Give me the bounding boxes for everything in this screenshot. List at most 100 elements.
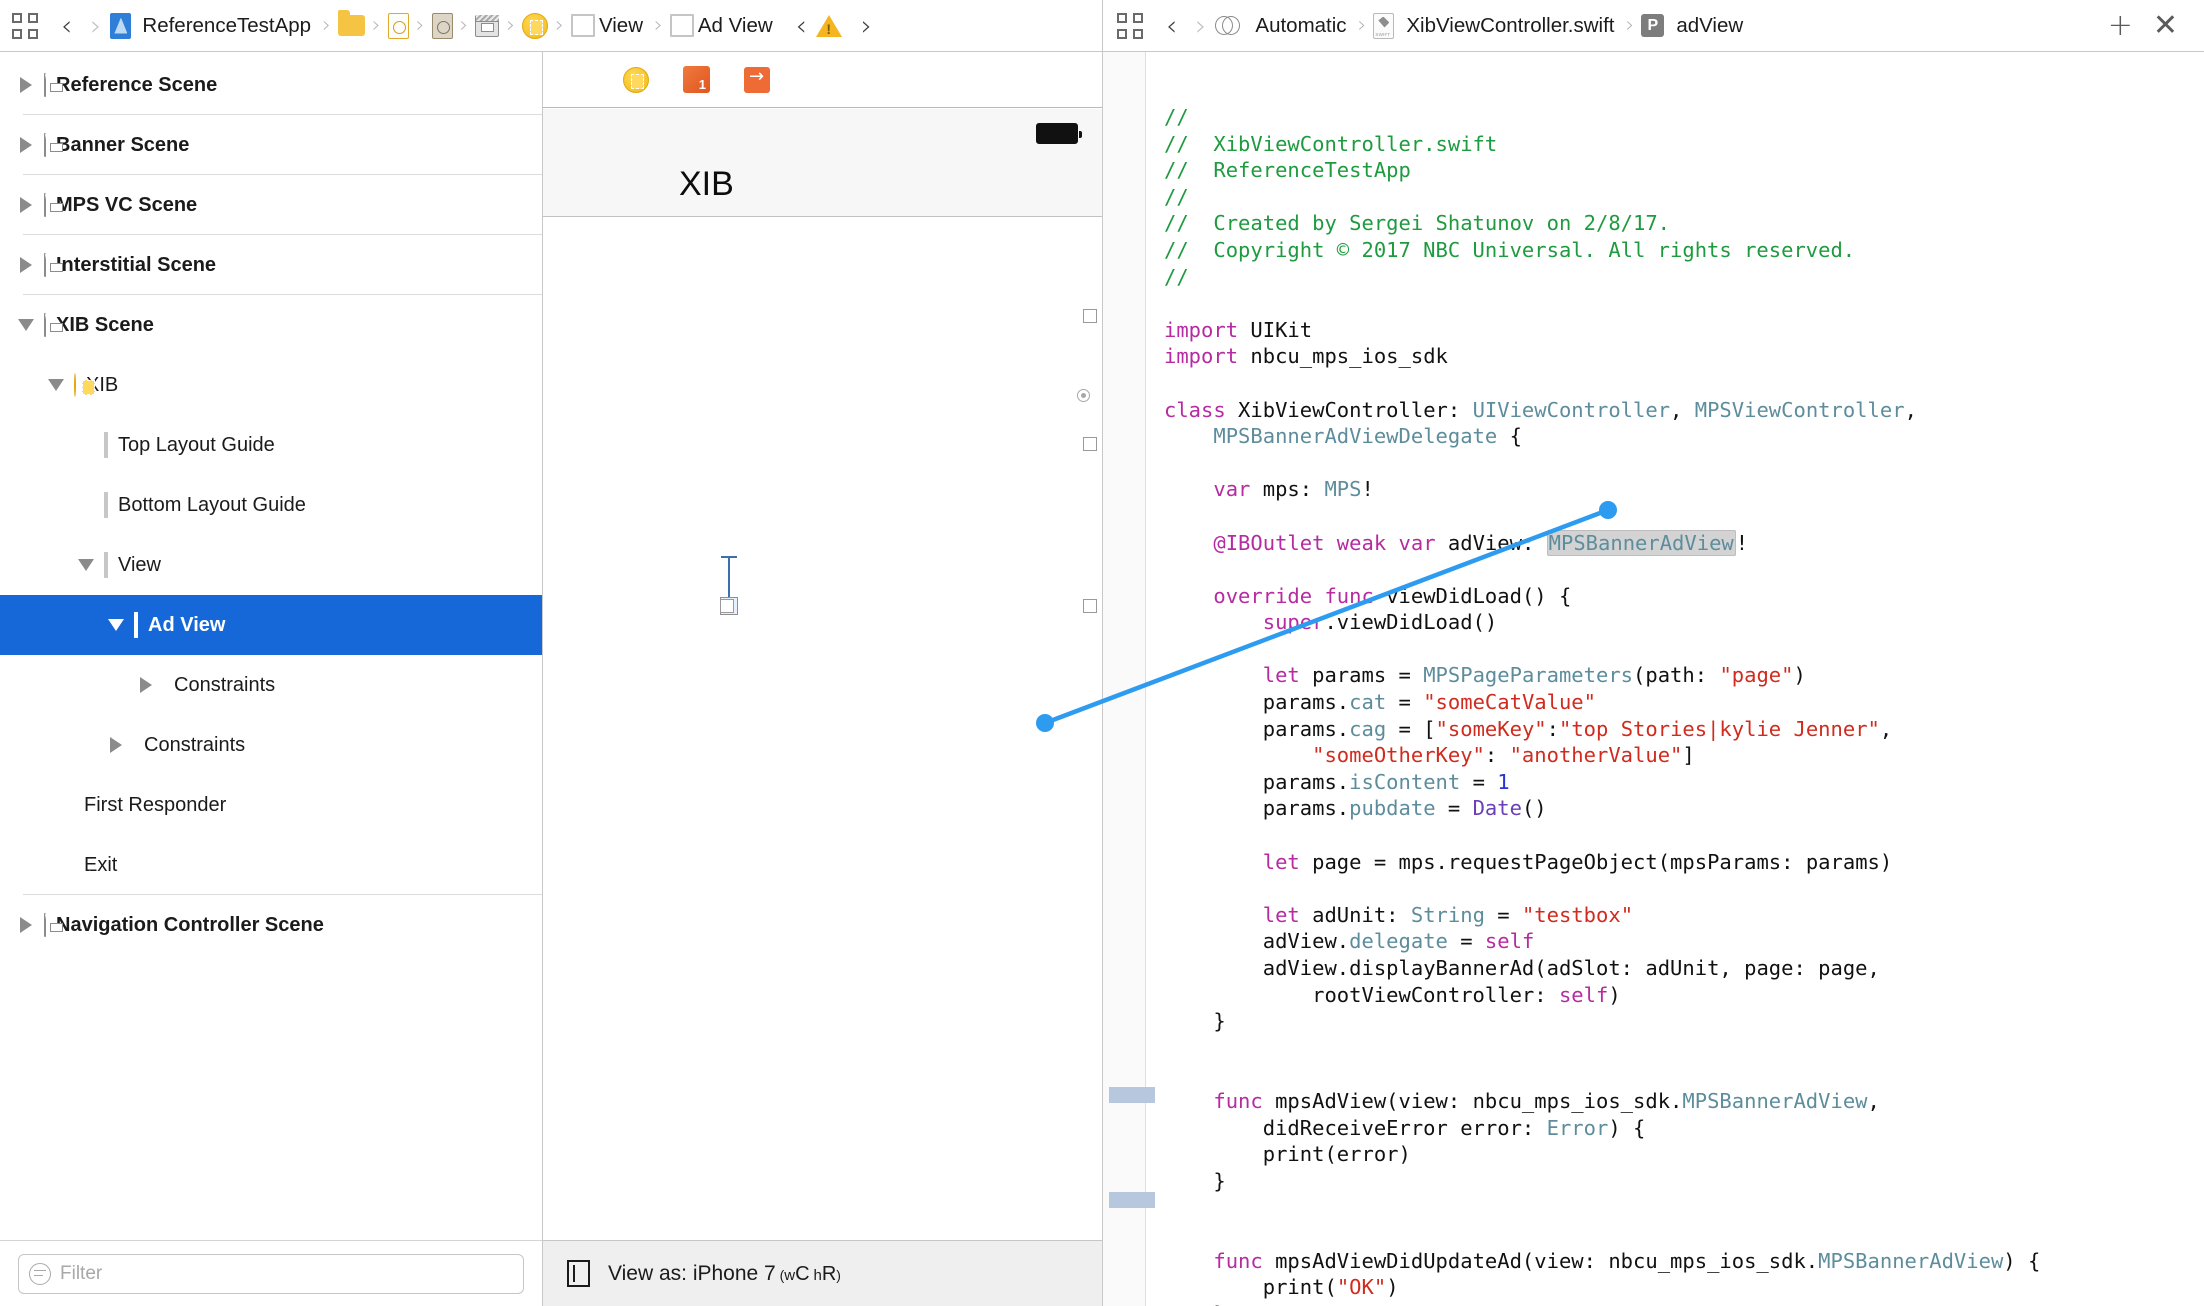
breadcrumb-xib-file[interactable] bbox=[387, 0, 409, 51]
twisty-open-icon[interactable] bbox=[44, 379, 68, 391]
outline-row-mps-vc-scene[interactable]: MPS VC Scene bbox=[0, 175, 542, 235]
forward-button[interactable]: › bbox=[81, 11, 110, 40]
twisty-open-icon[interactable] bbox=[14, 319, 38, 331]
outline-row-interstitial-scene[interactable]: Interstitial Scene bbox=[0, 235, 542, 295]
assistant-editor-jump-bar[interactable]: ‹ › Automatic › XibViewController.swift … bbox=[1103, 0, 2204, 51]
assistant-forward-button[interactable]: › bbox=[1186, 11, 1215, 40]
device-orientation-icon[interactable] bbox=[567, 1260, 590, 1287]
resize-handle[interactable] bbox=[1083, 309, 1097, 323]
project-icon bbox=[110, 12, 132, 39]
twisty-closed-icon[interactable] bbox=[14, 257, 38, 273]
outline-row-label: Ad View bbox=[148, 613, 226, 636]
outline-row-xib[interactable]: XIB bbox=[0, 355, 542, 415]
canvas-circle-handle[interactable] bbox=[1077, 389, 1090, 402]
resize-handle[interactable] bbox=[1083, 599, 1097, 613]
twisty-closed-icon[interactable] bbox=[14, 137, 38, 153]
outline-row-banner-scene[interactable]: Banner Scene bbox=[0, 115, 542, 175]
outline-row-ad-view[interactable]: Ad View bbox=[0, 595, 542, 655]
code-line: adView.delegate = self bbox=[1164, 929, 1535, 954]
scene-dock[interactable] bbox=[543, 52, 1102, 108]
breadcrumb-ad-view[interactable]: Ad View bbox=[669, 0, 777, 51]
breadcrumb-folder[interactable] bbox=[337, 0, 365, 51]
code-line: print(error) bbox=[1262, 1142, 1411, 1167]
disclosure-triangle-icon bbox=[110, 737, 122, 753]
highlighted-type-token: MPSBannerAdView bbox=[1546, 529, 1736, 556]
xcode-window: ‹ › ReferenceTestApp › › › › › › View › … bbox=[0, 0, 2204, 1306]
assistant-back-button[interactable]: ‹ bbox=[1157, 11, 1186, 40]
outline-row-exit[interactable]: Exit bbox=[0, 835, 542, 895]
breadcrumb-project[interactable]: ReferenceTestApp bbox=[110, 0, 315, 51]
view-as-bar[interactable]: View as: iPhone 7 (wC hR) bbox=[543, 1240, 1102, 1306]
outline-row-first-responder[interactable]: First Responder bbox=[0, 775, 542, 835]
code-line: "someOtherKey": "anotherValue"] bbox=[1312, 743, 1695, 768]
twisty-closed-icon[interactable] bbox=[14, 77, 38, 93]
outline-row-label: First Responder bbox=[84, 793, 227, 816]
twisty-open-icon[interactable] bbox=[74, 559, 98, 571]
breadcrumb-xib-file-gray[interactable] bbox=[431, 0, 453, 51]
outline-row-constraints[interactable]: Constraints bbox=[0, 715, 542, 775]
first-responder-icon[interactable] bbox=[683, 66, 710, 93]
outline-row-constraints[interactable]: Constraints bbox=[0, 655, 542, 715]
twisty-closed-icon[interactable] bbox=[14, 197, 38, 213]
outline-row-xib-scene[interactable]: XIB Scene bbox=[0, 295, 542, 355]
exit-icon[interactable] bbox=[744, 66, 770, 93]
twisty-open-icon[interactable] bbox=[104, 619, 128, 631]
twisty-closed-icon[interactable] bbox=[14, 917, 38, 933]
interface-builder-canvas[interactable]: XIB bbox=[543, 52, 1102, 1240]
assistant-symbol-label: adView bbox=[1676, 13, 1744, 37]
breadcrumb-ad-view-label: Ad View bbox=[697, 13, 773, 37]
xib-content-area[interactable] bbox=[543, 217, 1102, 1240]
warning-triangle-icon[interactable] bbox=[815, 14, 842, 37]
add-editor-button[interactable]: + bbox=[2098, 10, 2143, 41]
editor-body: Reference Scene Banner Scene MPS VC Scene I… bbox=[0, 52, 2204, 1306]
resize-handle[interactable] bbox=[1083, 437, 1097, 451]
scene-list-icon bbox=[44, 72, 46, 97]
disclosure-triangle-icon bbox=[20, 137, 32, 153]
back-button[interactable]: ‹ bbox=[52, 11, 81, 40]
xib-document-gray-icon bbox=[431, 12, 453, 39]
breadcrumb-separator: › bbox=[322, 13, 331, 38]
issue-prev-button[interactable]: ‹ bbox=[787, 11, 816, 40]
breadcrumb-file-owner[interactable] bbox=[522, 0, 549, 51]
breadcrumb-view[interactable]: View bbox=[570, 0, 647, 51]
breadcrumb-separator: › bbox=[459, 13, 469, 38]
outline-row-navigation-controller-scene[interactable]: Navigation Controller Scene bbox=[0, 895, 542, 955]
filter-input[interactable]: Filter bbox=[18, 1253, 524, 1294]
document-outline-list[interactable]: Reference Scene Banner Scene MPS VC Scene I… bbox=[0, 52, 542, 1240]
interface-builder-canvas-column: XIB View as: iPhone 7 (wC hR) bbox=[543, 52, 1103, 1306]
issue-next-button[interactable]: › bbox=[852, 11, 881, 40]
assistant-editor: //// XibViewController.swift// Reference… bbox=[1103, 52, 2204, 1306]
adview-top-constraint bbox=[721, 556, 737, 599]
filter-placeholder: Filter bbox=[60, 1262, 103, 1284]
xib-title-label: XIB bbox=[679, 165, 734, 203]
source-code-view[interactable]: //// XibViewController.swift// Reference… bbox=[1146, 52, 2204, 1306]
code-line: // ReferenceTestApp bbox=[1164, 158, 1411, 183]
assistant-mode-crumb[interactable]: Automatic bbox=[1215, 0, 1350, 51]
twisty-closed-icon[interactable] bbox=[134, 677, 158, 693]
xib-scene-frame: XIB bbox=[543, 52, 1102, 1240]
assistant-symbol-crumb[interactable]: P adView bbox=[1641, 0, 1747, 51]
breadcrumb-project-label: ReferenceTestApp bbox=[142, 13, 312, 37]
outline-row-view[interactable]: View bbox=[0, 535, 542, 595]
disclosure-triangle-icon bbox=[20, 77, 32, 93]
resize-handle[interactable] bbox=[720, 599, 734, 613]
editor-gutter[interactable] bbox=[1103, 52, 1155, 1306]
code-line: super.viewDidLoad() bbox=[1262, 610, 1498, 635]
jump-bar-icon[interactable] bbox=[1117, 12, 1143, 39]
close-editor-button[interactable]: ✕ bbox=[2143, 10, 2188, 41]
interface-builder-jump-bar[interactable]: ‹ › ReferenceTestApp › › › › › › View › … bbox=[0, 0, 1103, 51]
file-owner-icon[interactable] bbox=[623, 66, 649, 93]
breadcrumb-scene[interactable] bbox=[475, 0, 500, 51]
jump-bar-icon[interactable] bbox=[12, 12, 38, 39]
code-line: var mps: MPS! bbox=[1213, 477, 1374, 502]
outline-row-bottom-layout-guide[interactable]: Bottom Layout Guide bbox=[0, 475, 542, 535]
twisty-closed-icon[interactable] bbox=[104, 737, 128, 753]
outline-row-reference-scene[interactable]: Reference Scene bbox=[0, 55, 542, 115]
assistant-file-crumb[interactable]: XibViewController.swift bbox=[1373, 0, 1618, 51]
outline-row-top-layout-guide[interactable]: Top Layout Guide bbox=[0, 415, 542, 475]
code-line: @IBOutlet weak var adView: MPSBannerAdVi… bbox=[1213, 529, 1749, 556]
